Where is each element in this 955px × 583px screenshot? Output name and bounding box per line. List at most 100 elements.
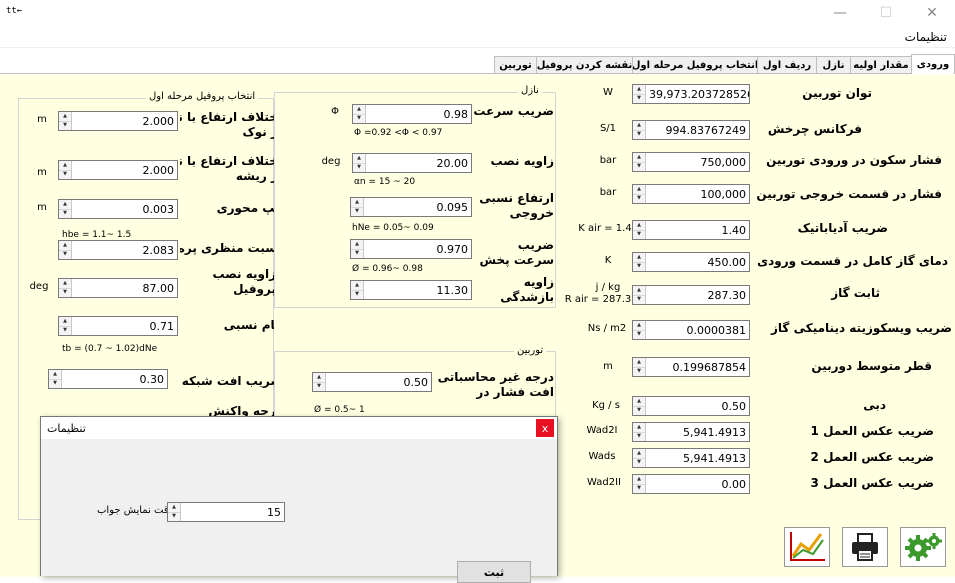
spinner-icon[interactable]: ▲ ▼ bbox=[351, 281, 364, 299]
spinner-icon[interactable]: ▲ ▼ bbox=[49, 370, 62, 388]
spinner-icon[interactable]: ▲ ▼ bbox=[168, 503, 181, 521]
spinner-icon[interactable]: ▲ ▼ bbox=[59, 317, 72, 335]
spinner-icon[interactable]: ▲ ▼ bbox=[313, 373, 326, 391]
rotation-frequency-field[interactable]: ▲ ▼ 994.83767249 bbox=[632, 120, 750, 140]
spinner-icon[interactable]: ▲ ▼ bbox=[59, 279, 72, 297]
minimize-button[interactable]: — bbox=[817, 0, 863, 26]
label-relative-exit-height: ارتفاع نسبی خروجی bbox=[479, 191, 554, 220]
unit-nozzle-angle: deg bbox=[321, 156, 341, 167]
spinner-icon[interactable]: ▲ ▼ bbox=[633, 85, 646, 103]
unit-reaction-coef-3: Wad2II bbox=[587, 477, 621, 488]
tab-first-row[interactable]: ردیف اول bbox=[757, 56, 817, 73]
nozzle-angle-field[interactable]: ▲ ▼ 20.00 bbox=[352, 153, 472, 173]
hint-hbe-range: hbe = 1.1~ 1.5 bbox=[62, 230, 132, 240]
adiabatic-coefficient-field[interactable]: ▲ ▼ 1.40 bbox=[632, 220, 750, 240]
print-button[interactable] bbox=[842, 527, 888, 567]
profile-angle-field[interactable]: ▲ ▼ 87.00 bbox=[58, 278, 178, 298]
app-icon: tt← bbox=[6, 6, 23, 16]
viscosity-field[interactable]: ▲ ▼ 0.0000381 bbox=[632, 320, 750, 340]
label-nozzle-velocity-coef: ضریب سرعت bbox=[473, 104, 554, 118]
dialog-ok-button[interactable]: ثبت bbox=[457, 561, 531, 583]
spinner-icon[interactable]: ▲ ▼ bbox=[353, 105, 366, 123]
relative-pitch-field[interactable]: ▲ ▼ 0.71 bbox=[58, 316, 178, 336]
gas-constant-field[interactable]: ▲ ▼ 287.30 bbox=[632, 285, 750, 305]
label-nozzle-angle: زاویه نصب bbox=[490, 154, 554, 168]
tip-height-field[interactable]: ▲ ▼ 2.000 bbox=[58, 111, 178, 131]
label-rotation-frequency: فرکانس چرخش bbox=[767, 122, 862, 136]
axial-gap-field[interactable]: ▲ ▼ 0.003 bbox=[58, 199, 178, 219]
spinner-icon[interactable]: ▲ ▼ bbox=[633, 321, 646, 339]
spinner-icon[interactable]: ▲ ▼ bbox=[59, 200, 72, 218]
maximize-button[interactable]: ☐ bbox=[863, 0, 909, 26]
relative-exit-height-field[interactable]: ▲ ▼ 0.095 bbox=[350, 197, 472, 217]
turbine-loss-field[interactable]: ▲ ▼ 0.50 bbox=[312, 372, 432, 392]
label-reaction-coef-2: ضریب عکس العمل 2 bbox=[810, 450, 934, 464]
unit-tip-height: m bbox=[37, 114, 47, 125]
nozzle-velocity-coef-field[interactable]: ▲ ▼ 0.98 bbox=[352, 104, 472, 124]
mass-flow-field[interactable]: ▲ ▼ 0.50 bbox=[632, 396, 750, 416]
spinner-icon[interactable]: ▲ ▼ bbox=[633, 185, 646, 203]
tab-profile-mapping[interactable]: نقشه کردن پروفیل bbox=[536, 56, 633, 73]
precision-label: دقت نمایش جواب bbox=[97, 505, 174, 516]
tab-profile-selection[interactable]: انتخاب پروفیل مرحله اول bbox=[632, 56, 758, 73]
unit-root-height: m bbox=[37, 167, 47, 178]
spinner-icon[interactable]: ▲ ▼ bbox=[633, 153, 646, 171]
spinner-icon[interactable]: ▲ ▼ bbox=[633, 397, 646, 415]
label-turbine-power: توان توربین bbox=[802, 86, 872, 100]
hint-diffuser-range: Ø = 0.96~ 0.98 bbox=[352, 264, 423, 274]
inlet-pressure-field[interactable]: ▲ ▼ 750,000 bbox=[632, 152, 750, 172]
chart-button[interactable] bbox=[784, 527, 830, 567]
spinner-icon[interactable]: ▲ ▼ bbox=[633, 423, 646, 441]
tab-initial-value[interactable]: مقدار اولیه bbox=[850, 56, 912, 73]
root-height-field[interactable]: ▲ ▼ 2.000 bbox=[58, 160, 178, 180]
unit-mean-diameter: m bbox=[603, 361, 613, 372]
diffuser-velocity-coef-field[interactable]: ▲ ▼ 0.970 bbox=[350, 239, 472, 259]
label-blade-aspect-ratio: نسبت منظری پره bbox=[180, 241, 274, 255]
spinner-icon[interactable]: ▲ ▼ bbox=[633, 475, 646, 493]
aspect-ratio-field[interactable]: ▲ ▼ 2.083 bbox=[58, 240, 178, 260]
precision-field[interactable]: ▲ ▼ 15 bbox=[167, 502, 285, 522]
tab-input[interactable]: ورودی bbox=[911, 54, 955, 74]
reaction-coef-1-field[interactable]: ▲ ▼ 5,941.4913 bbox=[632, 422, 750, 442]
spinner-icon[interactable]: ▲ ▼ bbox=[633, 286, 646, 304]
tab-nozzle[interactable]: نازل bbox=[816, 56, 851, 73]
spinner-icon[interactable]: ▲ ▼ bbox=[633, 449, 646, 467]
dialog-close-button[interactable]: x bbox=[536, 419, 554, 437]
hint-alpha-range: αn = 15 ~ 20 bbox=[354, 177, 416, 187]
spinner-icon[interactable]: ▲ ▼ bbox=[351, 240, 364, 258]
unit-mass-flow: Kg / s bbox=[592, 400, 620, 411]
dialog-body: دقت نمایش جواب ▲ ▼ 15 ثبت bbox=[41, 439, 557, 583]
label-cascade-loss: ضریب افت شبکه bbox=[181, 374, 274, 388]
spinner-icon[interactable]: ▲ ▼ bbox=[633, 221, 646, 239]
cascade-loss-field[interactable]: ▲ ▼ 0.30 bbox=[48, 369, 168, 389]
spinner-icon[interactable]: ▲ ▼ bbox=[59, 112, 72, 130]
spinner-icon[interactable]: ▲ ▼ bbox=[633, 358, 646, 376]
label-inlet-gas-temperature: دمای گاز کامل در قسمت ورودی bbox=[757, 254, 948, 268]
spinner-icon[interactable]: ▲ ▼ bbox=[633, 253, 646, 271]
unit-phi: Φ bbox=[331, 106, 339, 117]
label-dynamic-viscosity: ضریب ویسکوزیته دینامیکی گاز bbox=[771, 321, 952, 335]
diffuser-angle-field[interactable]: ▲ ▼ 11.30 bbox=[350, 280, 472, 300]
outlet-pressure-field[interactable]: ▲ ▼ 100,000 bbox=[632, 184, 750, 204]
spinner-icon[interactable]: ▲ ▼ bbox=[59, 241, 72, 259]
reaction-coef-2-field[interactable]: ▲ ▼ 5,941.4913 bbox=[632, 448, 750, 468]
spinner-icon[interactable]: ▲ ▼ bbox=[633, 121, 646, 139]
menu-settings[interactable]: تنظیمات bbox=[905, 30, 947, 44]
label-tip-height-diff: اختلاف ارتفاع با نازل از نوک bbox=[180, 110, 274, 139]
turbine-power-field[interactable]: ▲ ▼ 39,973.203728526 bbox=[632, 84, 750, 104]
spinner-icon[interactable]: ▲ ▼ bbox=[59, 161, 72, 179]
label-gas-constant: ثابت گاز bbox=[831, 286, 880, 300]
spinner-icon[interactable]: ▲ ▼ bbox=[351, 198, 364, 216]
unit-axial-gap: m bbox=[37, 202, 47, 213]
label-mean-diameter: قطر متوسط دوربین bbox=[811, 359, 932, 373]
spinner-icon[interactable]: ▲ ▼ bbox=[353, 154, 366, 172]
unit-viscosity: Ns / m2 bbox=[587, 323, 627, 334]
label-relative-pitch: گام نسبی bbox=[223, 318, 274, 332]
tab-turbine[interactable]: توربین bbox=[494, 56, 537, 73]
mean-diameter-field[interactable]: ▲ ▼ 0.199687854 bbox=[632, 357, 750, 377]
menu-bar bbox=[0, 26, 955, 48]
inlet-temperature-field[interactable]: ▲ ▼ 450.00 bbox=[632, 252, 750, 272]
settings-gears-button[interactable] bbox=[900, 527, 946, 567]
reaction-coef-3-field[interactable]: ▲ ▼ 0.00 bbox=[632, 474, 750, 494]
close-button[interactable]: ✕ bbox=[909, 0, 955, 26]
